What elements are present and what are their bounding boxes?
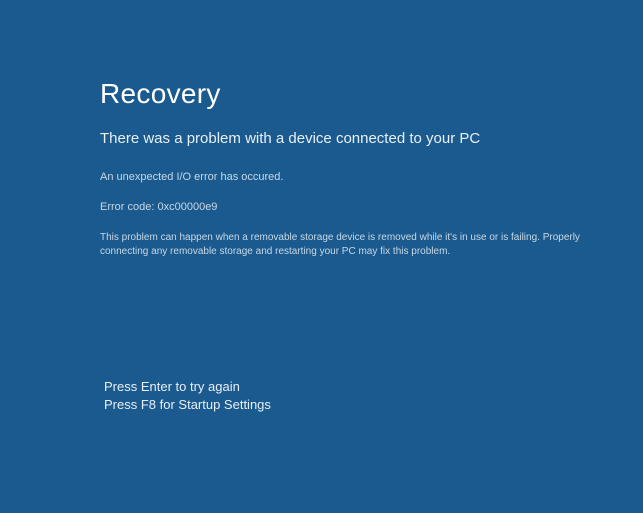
retry-instruction: Press Enter to try again	[104, 378, 271, 396]
error-code-line: Error code: 0xc00000e9	[100, 201, 593, 213]
error-message: An unexpected I/O error has occured.	[100, 171, 593, 183]
page-title: Recovery	[100, 78, 593, 110]
startup-settings-instruction: Press F8 for Startup Settings	[104, 396, 271, 414]
action-instructions: Press Enter to try again Press F8 for St…	[104, 378, 271, 414]
problem-subtitle: There was a problem with a device connec…	[100, 130, 593, 147]
error-code-value: 0xc00000e9	[157, 201, 217, 213]
error-code-label: Error code:	[100, 201, 154, 213]
recovery-screen: Recovery There was a problem with a devi…	[0, 0, 643, 259]
error-description: This problem can happen when a removable…	[100, 231, 580, 259]
